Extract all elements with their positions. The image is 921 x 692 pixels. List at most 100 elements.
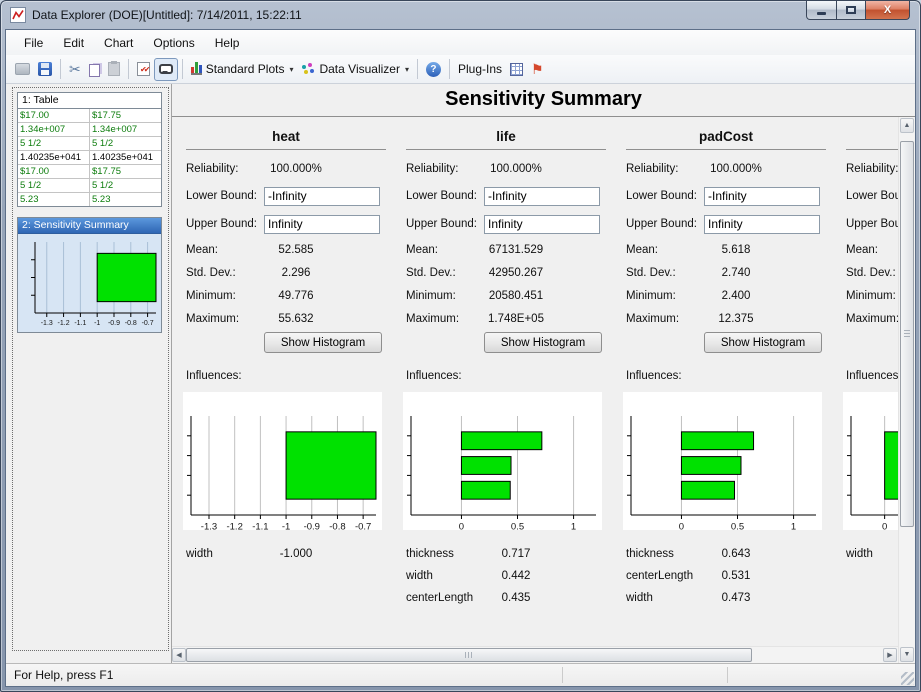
checklist-button[interactable]: ✔✔ <box>133 58 154 81</box>
thumbnail-table[interactable]: 1: Table $17.00$17.751.34e+0071.34e+0075… <box>17 92 162 207</box>
plugin-flag-button[interactable]: ⚑ <box>527 58 548 81</box>
influence-value: 0.531 <box>676 570 796 582</box>
upper-bound-input[interactable] <box>264 215 380 234</box>
copy-button[interactable] <box>85 58 104 81</box>
thumbnail-title[interactable]: 1: Table <box>18 93 161 109</box>
svg-text:-0.8: -0.8 <box>125 320 137 327</box>
variable-name <box>836 129 898 147</box>
mini-table-cell: $17.75 <box>90 165 161 178</box>
influence-value: 0.473 <box>676 592 796 604</box>
maximize-button[interactable] <box>837 1 865 20</box>
data-visualizer-label: Data Visualizer <box>319 62 399 76</box>
menu-chart[interactable]: Chart <box>94 33 143 53</box>
lower-bound-input[interactable] <box>484 187 600 206</box>
reliability-label: Reliability: <box>626 163 678 175</box>
speech-bubble-icon <box>159 64 173 74</box>
menu-file[interactable]: File <box>14 33 53 53</box>
lower-bound-input[interactable] <box>264 187 380 206</box>
reliability-value: 100.000% <box>676 163 796 175</box>
influence-value: 0.442 <box>456 570 576 582</box>
save-button[interactable] <box>34 58 56 81</box>
help-button[interactable]: ? <box>422 58 445 81</box>
vertical-scrollbar[interactable]: ▲ ▼ <box>898 117 915 663</box>
mean-value: 67131.529 <box>456 244 576 256</box>
influences-label: Influences: <box>626 370 836 385</box>
std-dev-label: Std. Dev.: <box>406 267 456 279</box>
thumbnail-title[interactable]: 2: Sensitivity Summary <box>18 218 161 234</box>
horizontal-scrollbar[interactable]: ◀ ▶ <box>172 646 898 663</box>
minimum-label: Minimum: <box>406 290 456 302</box>
std-dev-label: Std. Dev.: <box>846 267 896 279</box>
influence-value: 0.435 <box>456 592 576 604</box>
paste-button[interactable] <box>104 58 124 81</box>
menu-bar: File Edit Chart Options Help <box>6 30 915 55</box>
scroll-left-arrow[interactable]: ◀ <box>172 648 186 662</box>
columns-viewport: heat Reliability:100.000% Lower Bound: U… <box>172 117 898 646</box>
comment-toggle-button[interactable] <box>154 58 178 81</box>
svg-text:-0.9: -0.9 <box>304 522 320 531</box>
lower-bound-label: Lower Bound: <box>626 190 697 202</box>
chart-list-sidebar: 1: Table $17.00$17.751.34e+0071.34e+0075… <box>6 84 171 663</box>
variable-column-clipped: Reliability: Lower Bound: Upper Bound: M… <box>836 129 898 646</box>
show-histogram-button[interactable]: Show Histogram <box>704 332 822 353</box>
svg-text:-0.8: -0.8 <box>329 522 345 531</box>
influence-name: thickness <box>406 548 454 560</box>
paste-icon <box>108 62 120 76</box>
close-button[interactable]: X <box>865 1 910 20</box>
svg-text:1: 1 <box>571 522 576 531</box>
mini-table-cell: 1.34e+007 <box>90 123 161 136</box>
svg-text:-0.7: -0.7 <box>142 320 154 327</box>
standard-plots-button[interactable]: Standard Plots ▾ <box>187 58 298 81</box>
plugin-grid-button[interactable] <box>506 58 527 81</box>
divider <box>186 149 386 150</box>
minimum-value: 2.400 <box>676 290 796 302</box>
reliability-value: 100.000% <box>456 163 576 175</box>
toolbar-separator <box>449 59 450 79</box>
thumbnail-sensitivity-summary[interactable]: 2: Sensitivity Summary -1.3-1.2-1.1-1-0.… <box>17 217 162 333</box>
minimum-label: Minimum: <box>626 290 676 302</box>
influence-name: thickness <box>626 548 674 560</box>
upper-bound-input[interactable] <box>704 215 820 234</box>
influence-value: -1.000 <box>236 548 356 560</box>
menu-options[interactable]: Options <box>143 33 204 53</box>
scroll-down-arrow[interactable]: ▼ <box>900 647 914 662</box>
show-histogram-button[interactable]: Show Histogram <box>484 332 602 353</box>
open-button[interactable] <box>11 58 34 81</box>
vertical-scrollbar-thumb[interactable] <box>900 141 914 527</box>
client-area: File Edit Chart Options Help ✂ ✔✔ Standa… <box>5 29 916 687</box>
menu-help[interactable]: Help <box>205 33 250 53</box>
upper-bound-label: Upper Bound: <box>846 218 898 230</box>
influence-value: 0.717 <box>456 548 576 560</box>
influence-name: width <box>846 548 873 560</box>
plugins-button[interactable]: Plug-Ins <box>454 58 506 81</box>
show-histogram-button[interactable]: Show Histogram <box>264 332 382 353</box>
lower-bound-label: Lower Bound: <box>406 190 477 202</box>
minimize-button[interactable] <box>806 1 837 20</box>
svg-text:-1: -1 <box>94 320 100 327</box>
divider <box>626 149 826 150</box>
data-visualizer-button[interactable]: Data Visualizer ▾ <box>297 58 413 81</box>
cut-button[interactable]: ✂ <box>65 58 85 81</box>
scroll-up-arrow[interactable]: ▲ <box>900 118 914 133</box>
lower-bound-input[interactable] <box>704 187 820 206</box>
scroll-right-arrow[interactable]: ▶ <box>883 648 897 662</box>
toolbar-separator <box>60 59 61 79</box>
mean-label: Mean: <box>626 244 658 256</box>
influences-label: Influences: <box>846 370 898 385</box>
mini-table-row: 5 1/25 1/2 <box>18 179 161 193</box>
std-dev-label: Std. Dev.: <box>186 267 236 279</box>
mini-table-cell: 1.40235e+041 <box>90 151 161 164</box>
resize-grip[interactable] <box>901 672 914 685</box>
toolbar-separator <box>128 59 129 79</box>
svg-text:-1.1: -1.1 <box>74 320 86 327</box>
upper-bound-label: Upper Bound: <box>626 218 697 230</box>
horizontal-scrollbar-thumb[interactable] <box>186 648 752 662</box>
mini-table-cell: 5 1/2 <box>90 179 161 192</box>
menu-edit[interactable]: Edit <box>53 33 94 53</box>
upper-bound-input[interactable] <box>484 215 600 234</box>
variable-name: heat <box>176 129 396 147</box>
svg-text:-1.3: -1.3 <box>41 320 53 327</box>
svg-text:1: 1 <box>791 522 796 531</box>
standard-plots-label: Standard Plots <box>206 62 285 76</box>
mini-table-cell: $17.00 <box>18 109 90 122</box>
